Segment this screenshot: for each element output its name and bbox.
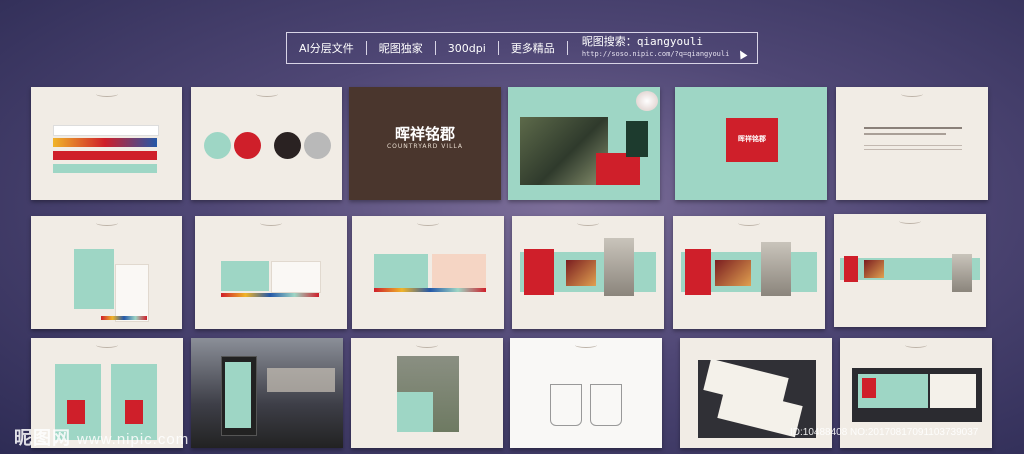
board-shopping-bag[interactable] [351,338,503,448]
card-front [221,261,269,291]
banner-item-ai: AI分层文件 [299,42,354,55]
poster-red-label [67,400,85,424]
ornament-icon [901,91,923,97]
cup-outline [590,384,622,426]
color-swatch-black [274,132,301,159]
color-swatch-mint [204,132,231,159]
ornament-icon [95,220,118,226]
ornament-icon [575,342,597,348]
ad-red-label [524,249,554,295]
board-business-card[interactable] [195,216,347,329]
ornament-icon [255,91,278,97]
street-tram [267,368,335,392]
color-strip [374,288,486,292]
board-text-page[interactable] [836,87,988,200]
site-watermark: 昵图网 www.nipic.com [14,424,189,450]
watermark-site: 昵图网 [14,428,71,449]
ad-red-label [844,256,858,282]
board-logo-dark[interactable]: 晖祥铭郡 COUNTRYARD VILLA [349,87,501,200]
board-ad-layout-2[interactable] [673,216,825,329]
envelope-front [374,254,428,288]
banner-search[interactable]: 昵图搜索：qiangyouli http://soso.nipic.com/?q… [568,36,730,60]
ornament-icon [96,342,118,348]
text-line [864,133,946,135]
color-bar [53,164,157,173]
board-photo-collage[interactable] [508,87,660,200]
banner-item-more[interactable]: 更多精品 [499,40,567,56]
promo-banner: AI分层文件 昵图独家 300dpi 更多精品 昵图搜索：qiangyouli … [286,32,758,64]
ornament-icon [577,220,599,226]
color-bar [53,125,159,136]
poster-red-label [125,400,143,424]
ornament-icon [95,91,118,97]
board-logo-mint[interactable]: 晖祥铭郡 [675,87,827,200]
color-swatch-gray [304,132,331,159]
color-swatch-red [234,132,261,159]
banner-item-exclusive: 昵图独家 [378,42,423,55]
board-color-circles[interactable] [191,87,342,200]
ornament-icon [417,220,439,226]
brand-logo: 晖祥铭郡 [394,125,455,143]
ornament-icon [905,342,927,348]
search-label: 昵图搜索： [581,35,637,48]
envelope-back [432,254,486,288]
mural-red-label [862,378,876,398]
billboard-poster [225,362,251,428]
flower-icon [636,91,658,111]
brand-tagline: COUNTRYARD VILLA [386,143,464,150]
ornament-icon [738,220,760,226]
red-panel [596,153,640,185]
brand-logo: 晖祥铭郡 [738,134,766,143]
board-color-standards[interactable] [31,87,182,200]
ad-photo [566,260,596,286]
text-line [864,149,962,150]
color-strip [101,316,147,320]
ad-figure [604,238,634,296]
ad-photo [864,260,884,278]
banner-item-dpi: 300dpi [447,41,486,55]
card-back [271,261,321,293]
ad-red-label [685,249,711,295]
text-line [864,145,962,146]
garden-photo [520,117,608,185]
mural-white [930,374,976,408]
text-line [864,127,962,129]
image-id-tag: ID:10488408 NO:20170817091103739037 [790,427,979,438]
board-ad-layout-3[interactable] [834,214,986,327]
search-url[interactable]: http://soso.nipic.com/?q=qiangyouli [582,48,730,60]
search-query: qiangyouli [636,35,704,48]
ad-figure [952,254,972,292]
color-bar [53,138,157,147]
ornament-icon [260,220,282,226]
board-street-billboard[interactable] [191,338,343,448]
color-strip [221,293,319,297]
color-bar [53,151,157,160]
ornament-icon [416,342,438,348]
board-ad-layout-1[interactable] [512,216,664,329]
ornament-icon [899,218,921,224]
cup-outline [550,384,582,426]
board-letterhead[interactable] [31,216,182,329]
letterhead-white [115,264,149,322]
board-envelope[interactable] [352,216,504,329]
letterhead-mint [74,249,114,309]
bag-mint [397,392,433,432]
poster-panel [626,121,648,157]
board-paper-cups[interactable] [510,338,662,448]
watermark-url: www.nipic.com [77,431,190,448]
ad-photo [715,260,751,286]
ad-figure [761,242,791,296]
